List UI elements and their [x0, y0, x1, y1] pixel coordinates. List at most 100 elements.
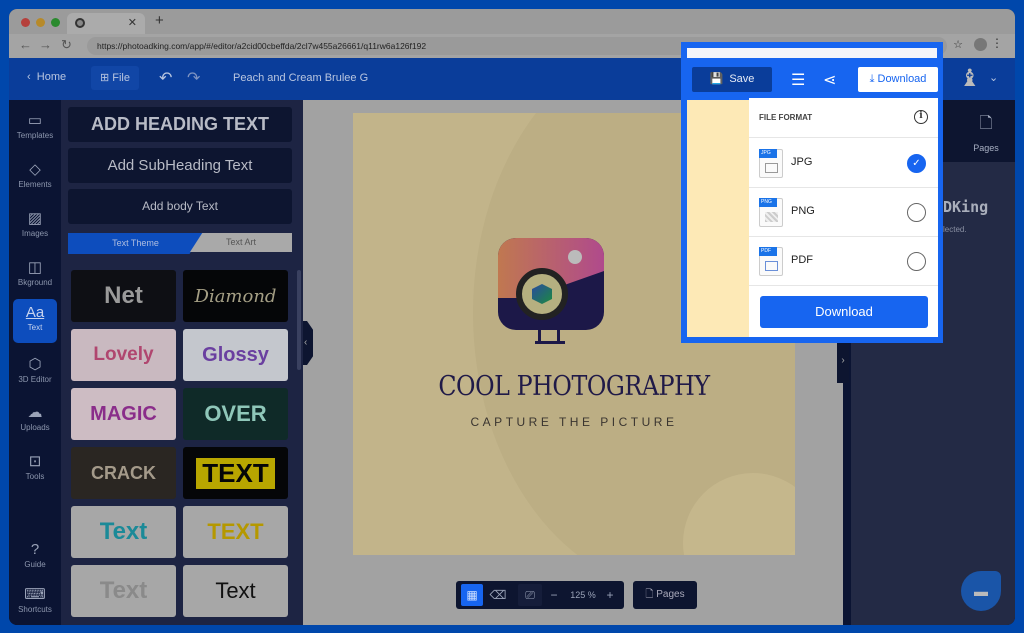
share-icon[interactable]: ⋖ — [823, 70, 836, 90]
pages-button[interactable]: 🗋 Pages — [633, 581, 697, 609]
format-name: PDF — [791, 254, 813, 266]
right-tab-pages[interactable]: 🗋 Pages — [961, 112, 1011, 153]
theme-tile-crack[interactable]: CRACK — [71, 447, 176, 499]
close-window-button[interactable] — [21, 18, 30, 27]
file-menu-button[interactable]: ⊞ File — [91, 66, 139, 90]
keyboard-icon: ⌨ — [24, 586, 46, 603]
panel-scrollbar[interactable] — [297, 270, 301, 370]
new-tab-button[interactable]: + — [155, 12, 164, 29]
maximize-window-button[interactable] — [51, 18, 60, 27]
redo-icon[interactable]: ↷ — [187, 68, 200, 88]
window-controls — [21, 18, 60, 27]
chrome-favicon-icon — [75, 18, 85, 28]
jpg-file-icon: JPG — [759, 149, 783, 178]
camera-flash-dot — [568, 250, 582, 264]
image-glyph — [765, 163, 778, 173]
header-download-button[interactable]: ⤓ Download — [858, 67, 938, 92]
download-highlight-overlay: 💾 Save ☰ ⋖ ⤓ Download FILE FORMAT i JPG J… — [681, 42, 943, 343]
theme-tile-glossy[interactable]: Glossy — [183, 329, 288, 381]
radio-selected-check-icon[interactable]: ✓ — [907, 154, 926, 173]
sidebar-item-uploads[interactable]: ☁ Uploads — [13, 398, 57, 442]
sidebar-label: Images — [21, 229, 49, 238]
zoom-out-button[interactable]: − — [546, 584, 562, 606]
sidebar-label: Templates — [16, 131, 54, 140]
undo-icon[interactable]: ↶ — [159, 68, 172, 88]
sidebar-item-background[interactable]: ◫ Bkground — [13, 253, 57, 297]
canvas-peek — [687, 100, 749, 337]
format-option-jpg[interactable]: JPG JPG ✓ — [749, 139, 938, 188]
home-button[interactable]: ‹ Home — [27, 71, 66, 83]
minimize-window-button[interactable] — [36, 18, 45, 27]
zoom-level: 125 % — [570, 590, 596, 600]
sidebar-label: Text — [27, 323, 43, 332]
guide-question-icon: ? — [30, 541, 40, 558]
format-option-png[interactable]: PNG PNG — [749, 188, 938, 237]
camera-legs — [535, 330, 565, 344]
back-arrow-icon[interactable]: ← — [19, 37, 32, 52]
browser-tab[interactable]: ✕ — [67, 13, 145, 34]
add-subheading-button[interactable]: Add SubHeading Text — [68, 148, 292, 183]
bookmark-star-icon[interactable]: ☆ — [953, 38, 963, 51]
presentation-icon[interactable]: ⎚ — [518, 584, 542, 606]
cube-icon: ⬡ — [28, 356, 42, 373]
theme-tile-text-gold[interactable]: TEXT — [183, 506, 288, 558]
account-chevron-down-icon[interactable]: ⌄ — [989, 71, 998, 84]
download-button[interactable]: Download — [760, 296, 928, 328]
theme-tile-lovely[interactable]: Lovely — [71, 329, 176, 381]
save-button[interactable]: 💾 Save — [692, 67, 772, 92]
format-name: PNG — [791, 205, 815, 217]
theme-tile-text-dotted[interactable]: Text — [183, 565, 288, 617]
radio-unselected[interactable] — [907, 203, 926, 222]
design-subtitle-text[interactable]: CAPTURE THE PICTURE — [353, 415, 795, 429]
sidebar-item-3d-editor[interactable]: ⬡ 3D Editor — [13, 350, 57, 394]
selection-hint: lected. — [943, 225, 967, 234]
templates-icon: ▭ — [27, 112, 43, 129]
document-title[interactable]: Peach and Cream Brulee G — [233, 72, 368, 84]
text-icon: Aa — [25, 304, 45, 321]
theme-tile-over[interactable]: OVER — [183, 388, 288, 440]
png-file-icon: PNG — [759, 198, 783, 227]
collapse-panel-right-button[interactable]: › — [837, 339, 849, 383]
browser-menu-icon[interactable]: ⋮ — [991, 36, 1003, 50]
brand-text: DKing — [943, 198, 989, 216]
radio-unselected[interactable] — [907, 252, 926, 271]
theme-tile-net[interactable]: Net — [71, 270, 176, 322]
grid-view-icon[interactable]: ▦ — [461, 584, 483, 606]
elements-icon: ◇ — [29, 161, 41, 178]
theme-tile-text-yellow-box[interactable]: TEXT — [183, 447, 288, 499]
add-heading-button[interactable]: ADD HEADING TEXT — [68, 107, 292, 142]
eraser-icon[interactable]: ⌫ — [486, 584, 510, 606]
zoom-in-button[interactable]: + — [602, 584, 618, 606]
toolbox-icon: ⊡ — [28, 453, 42, 470]
forward-arrow-icon[interactable]: → — [39, 37, 52, 52]
tab-text-theme[interactable]: Text Theme — [68, 233, 203, 254]
format-option-pdf[interactable]: PDF PDF — [749, 237, 938, 286]
premium-king-icon[interactable]: ♝ — [959, 64, 981, 93]
theme-tile-text-outline[interactable]: Text — [71, 565, 176, 617]
sidebar-item-templates[interactable]: ▭ Templates — [13, 106, 57, 150]
design-title-text[interactable]: COOL PHOTOGRAPHY — [380, 371, 769, 402]
theme-tile-diamond[interactable]: Diamond — [183, 270, 288, 322]
collapse-panel-left-button[interactable]: ‹ — [303, 321, 313, 365]
sidebar-item-images[interactable]: ▨ Images — [13, 204, 57, 248]
sidebar-item-tools[interactable]: ⊡ Tools — [13, 447, 57, 491]
chat-support-button[interactable]: ▬ — [961, 571, 1001, 611]
info-icon[interactable]: i — [914, 110, 928, 124]
sidebar-item-guide[interactable]: ? Guide — [13, 536, 57, 580]
theme-tile-magic[interactable]: MAGIC — [71, 388, 176, 440]
tab-text-art[interactable]: Text Art — [190, 233, 292, 252]
sidebar-label: Bkground — [17, 278, 53, 287]
upload-cloud-icon: ☁ — [27, 404, 43, 421]
sidebar-item-text[interactable]: Aa Text — [13, 299, 57, 343]
theme-tile-text-teal[interactable]: Text — [71, 506, 176, 558]
download-format-menu: FILE FORMAT i JPG JPG ✓ PNG PNG PDF PDF … — [749, 98, 938, 337]
aperture-lens-icon — [516, 268, 568, 320]
comments-icon[interactable]: ☰ — [791, 70, 805, 90]
reload-icon[interactable]: ↻ — [61, 37, 72, 53]
close-tab-icon[interactable]: ✕ — [128, 16, 137, 29]
sidebar-item-elements[interactable]: ◇ Elements — [13, 155, 57, 199]
add-body-text-button[interactable]: Add body Text — [68, 189, 292, 224]
profile-avatar-icon[interactable] — [974, 38, 987, 51]
sidebar-item-shortcuts[interactable]: ⌨ Shortcuts — [13, 580, 57, 624]
format-name: JPG — [791, 156, 813, 168]
